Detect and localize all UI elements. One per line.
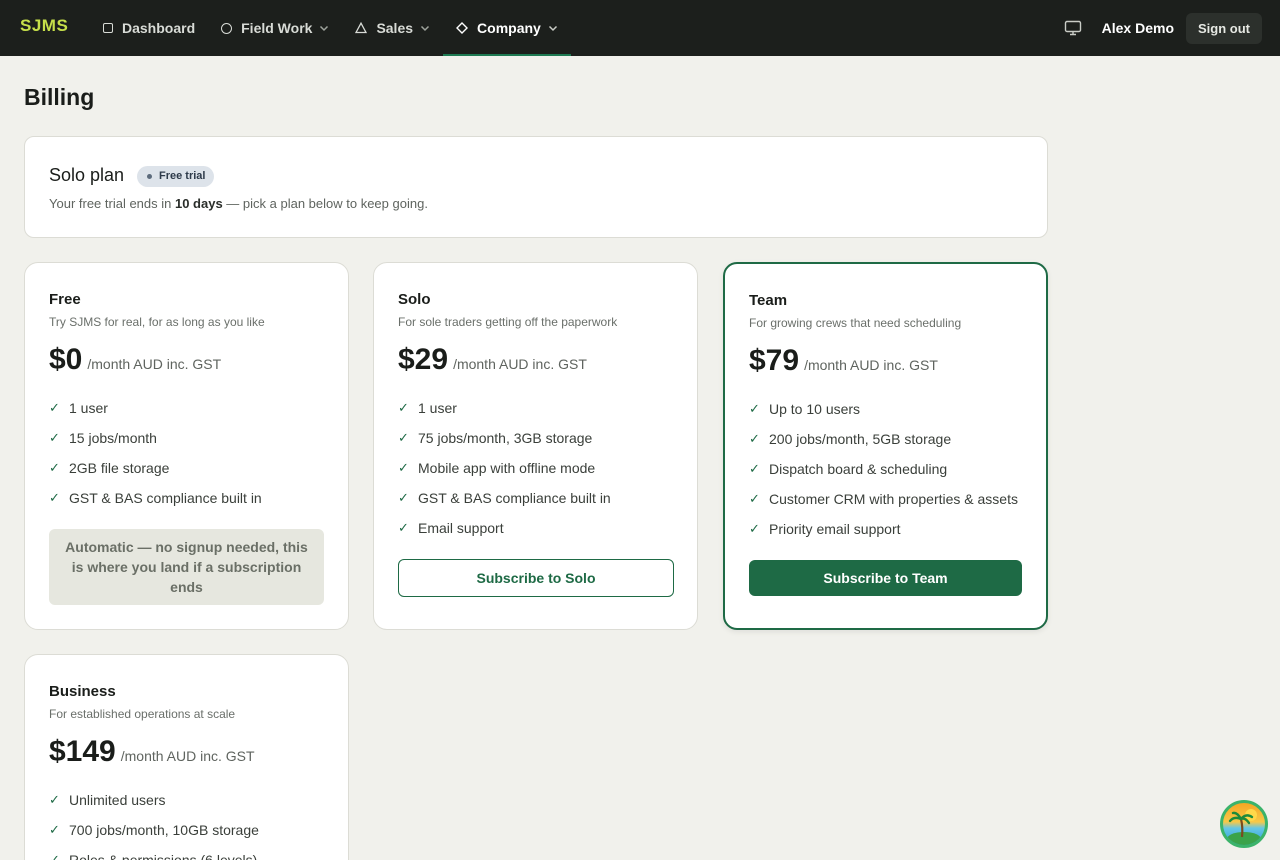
- current-plan-card: Solo plan Free trial Your free trial end…: [24, 136, 1048, 238]
- plan-price: $0: [49, 343, 83, 376]
- nav-field-work-label: Field Work: [241, 20, 313, 36]
- feature-item: ✓ GST & BAS compliance built in: [398, 490, 611, 506]
- subscribe-solo-button[interactable]: Subscribe to Solo: [398, 559, 674, 597]
- nav-dashboard-label: Dashboard: [122, 20, 196, 36]
- check-icon: ✓: [49, 460, 60, 475]
- nav-company[interactable]: Company: [443, 0, 571, 56]
- feature-item: ✓ 700 jobs/month, 10GB storage: [49, 822, 259, 838]
- feature-item: ✓ Customer CRM with properties & assets: [749, 491, 1018, 507]
- plan-description: For growing crews that need scheduling: [749, 316, 962, 330]
- circle-icon: [221, 22, 233, 34]
- feature-item: ✓ Unlimited users: [49, 792, 166, 808]
- check-icon: ✓: [398, 460, 409, 475]
- plan-name: Business: [49, 683, 116, 700]
- feature-list: ✓ 1 user ✓ 15 jobs/month ✓ 2GB file storage…: [49, 393, 262, 513]
- check-icon: ✓: [749, 521, 760, 536]
- check-icon: ✓: [49, 400, 60, 415]
- plan-price: $149: [49, 735, 116, 768]
- nav-field-work[interactable]: Field Work: [208, 0, 342, 56]
- trial-days: 10 days: [174, 196, 223, 211]
- check-icon: ✓: [398, 400, 409, 415]
- sign-out-button[interactable]: Sign out: [1186, 12, 1262, 44]
- status-badge: Free trial: [137, 166, 215, 187]
- plan-price: $79: [749, 344, 800, 377]
- plan-card-team: Team For growing crews that need schedul…: [723, 262, 1048, 630]
- feature-item: ✓ Up to 10 users: [749, 401, 861, 417]
- plan-card-business: Business For established operations at s…: [24, 654, 349, 860]
- check-icon: ✓: [49, 792, 60, 807]
- feature-list: ✓ 1 user ✓ 75 jobs/month, 3GB storage ✓ Mob…: [398, 393, 611, 543]
- feature-item: ✓ 1 user: [398, 400, 457, 416]
- chevron-down-icon: [548, 23, 558, 33]
- chevron-down-icon: [319, 23, 329, 33]
- plan-price-unit: /month AUD inc. GST: [453, 356, 587, 372]
- plan-price: $29: [398, 343, 449, 376]
- nav-dashboard[interactable]: Dashboard: [90, 0, 208, 56]
- feature-item: ✓ Dispatch board & scheduling: [749, 461, 948, 477]
- plan-name: Team: [749, 292, 788, 309]
- check-icon: ✓: [749, 431, 760, 446]
- top-nav-bar: SJMS Dashboard Field Work Sales Company …: [0, 0, 1280, 56]
- plan-card-solo: Solo For sole traders getting off the pa…: [373, 262, 698, 630]
- plan-price-unit: /month AUD inc. GST: [87, 356, 222, 372]
- feature-item: ✓ 2GB file storage: [49, 460, 170, 476]
- feature-item: ✓ Roles & permissions (6 levels): [49, 845, 259, 860]
- plan-name: Solo: [398, 291, 431, 308]
- check-icon: ✓: [749, 491, 760, 506]
- plan-description: Try SJMS for real, for as long as you li…: [49, 315, 265, 329]
- check-icon: ✓: [49, 852, 60, 860]
- check-icon: ✓: [749, 461, 760, 476]
- triangle-icon: [355, 22, 368, 34]
- feature-item: ✓ Email support: [398, 520, 504, 536]
- plan-description: For established operations at scale: [49, 707, 236, 721]
- island-icon: [1227, 809, 1261, 845]
- feature-list: ✓ Unlimited users ✓ 700 jobs/month, 10GB s…: [49, 785, 259, 860]
- feature-item: ✓ 200 jobs/month, 5GB storage: [749, 431, 952, 447]
- app-logo[interactable]: SJMS: [20, 16, 68, 36]
- feature-item: ✓ 1 user: [49, 400, 108, 416]
- plan-price-unit: /month AUD inc. GST: [804, 357, 938, 373]
- chevron-down-icon: [420, 23, 430, 33]
- free-plan-note: Automatic — no signup needed, this is wh…: [49, 529, 324, 605]
- check-icon: ✓: [749, 401, 760, 416]
- current-plan-name: Solo plan: [49, 165, 125, 185]
- plan-price-row: $29 /month AUD inc. GST: [398, 343, 587, 377]
- monitor-icon[interactable]: [1064, 20, 1082, 36]
- plan-price-row: $0 /month AUD inc. GST: [49, 343, 221, 377]
- feature-item: ✓ Mobile app with offline mode: [398, 460, 596, 476]
- feature-item: ✓ GST & BAS compliance built in: [49, 490, 262, 506]
- feature-item: ✓ Priority email support: [749, 521, 901, 537]
- check-icon: ✓: [49, 490, 60, 505]
- user-name[interactable]: Alex Demo: [1102, 20, 1174, 36]
- plan-price-row: $149 /month AUD inc. GST: [49, 735, 255, 769]
- plan-price-row: $79 /month AUD inc. GST: [749, 344, 938, 378]
- check-icon: ✓: [398, 520, 409, 535]
- feature-list: ✓ Up to 10 users ✓ 200 jobs/month, 5GB sto…: [749, 394, 1018, 544]
- check-icon: ✓: [398, 430, 409, 445]
- plan-description: For sole traders getting off the paperwo…: [398, 315, 618, 329]
- user-area: Alex Demo Sign out: [1064, 0, 1262, 56]
- trial-message: Your free trial ends in 10 days — pick a…: [49, 196, 428, 211]
- nav-sales[interactable]: Sales: [342, 0, 443, 56]
- feature-item: ✓ 75 jobs/month, 3GB storage: [398, 430, 593, 446]
- nav-company-label: Company: [477, 20, 541, 36]
- check-icon: ✓: [49, 430, 60, 445]
- plan-card-free: Free Try SJMS for real, for as long as y…: [24, 262, 349, 630]
- square-icon: [103, 23, 113, 33]
- help-avatar-button[interactable]: [1220, 800, 1268, 848]
- check-icon: ✓: [49, 822, 60, 837]
- feature-item: ✓ 15 jobs/month: [49, 430, 157, 446]
- plan-name: Free: [49, 291, 81, 308]
- subscribe-team-button[interactable]: Subscribe to Team: [749, 560, 1022, 596]
- main-nav: Dashboard Field Work Sales Company: [90, 0, 571, 56]
- nav-sales-label: Sales: [376, 20, 414, 36]
- plan-price-unit: /month AUD inc. GST: [120, 748, 255, 764]
- diamond-icon: [456, 22, 469, 34]
- check-icon: ✓: [398, 490, 409, 505]
- page-title: Billing: [24, 84, 95, 110]
